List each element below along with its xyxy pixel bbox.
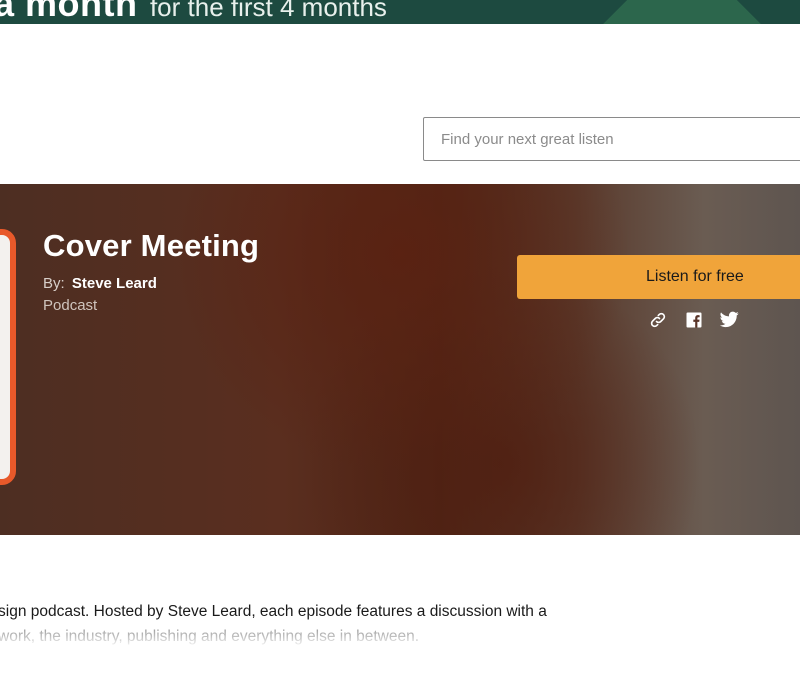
facebook-icon[interactable] [684, 310, 703, 329]
podcast-cover-art[interactable] [0, 229, 16, 485]
description-line-1: sign podcast. Hosted by Steve Leard, eac… [0, 603, 547, 620]
share-row [648, 310, 739, 329]
link-icon[interactable] [648, 310, 667, 329]
promo-headline: a month [0, 0, 138, 24]
promo-text: a month for the first 4 months [0, 0, 387, 24]
podcast-title: Cover Meeting [43, 228, 260, 263]
podcast-hero: Cover Meeting By: Steve Leard Podcast Li… [0, 184, 800, 535]
podcast-category: Podcast [43, 297, 98, 314]
search-input[interactable] [424, 118, 800, 160]
byline: By: Steve Leard [43, 275, 157, 292]
promo-subtext: for the first 4 months [149, 0, 387, 22]
podcast-description: sign podcast. Hosted by Steve Leard, eac… [0, 599, 558, 649]
promo-decoration [597, 0, 767, 24]
description-line-2: work, the industry, publishing and every… [0, 628, 420, 645]
author-link[interactable]: Steve Leard [72, 275, 157, 292]
by-label: By: [43, 275, 65, 292]
listen-for-free-button[interactable]: Listen for free [517, 255, 800, 299]
search-box[interactable] [423, 117, 800, 161]
promo-banner[interactable]: a month for the first 4 months [0, 0, 800, 24]
twitter-icon[interactable] [720, 310, 739, 329]
